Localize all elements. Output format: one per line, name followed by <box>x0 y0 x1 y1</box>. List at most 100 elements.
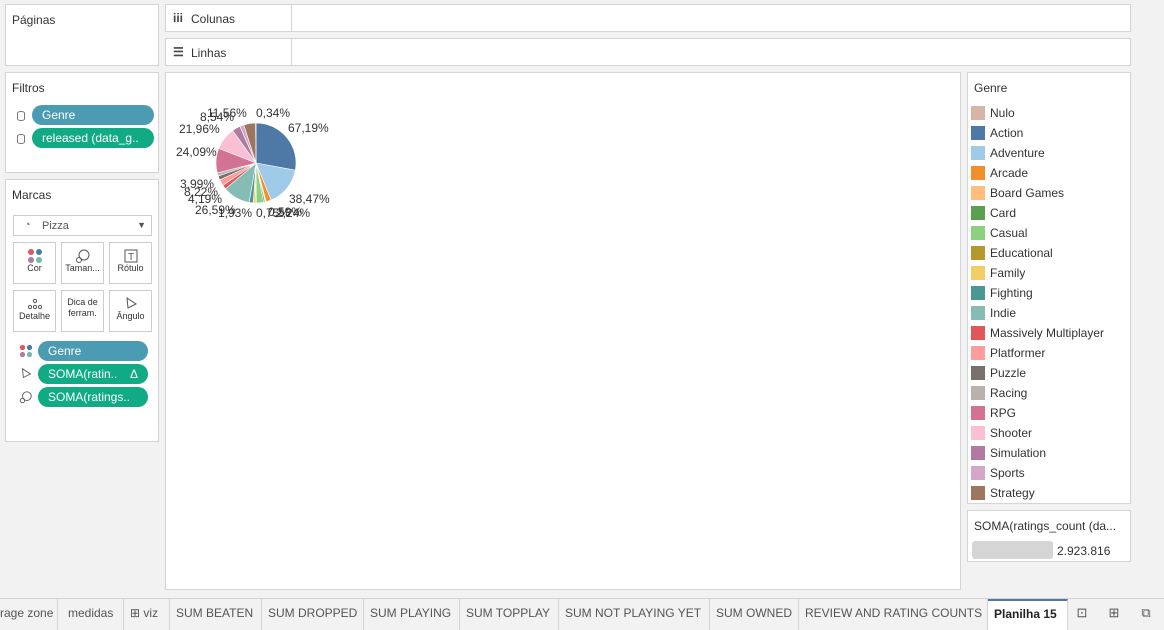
legend-item[interactable]: Casual <box>971 223 1027 243</box>
legend-swatch <box>971 466 985 480</box>
tab-review-and-rating-counts[interactable]: REVIEW AND RATING COUNTS <box>799 599 988 630</box>
label-label: Rótulo <box>117 263 144 273</box>
tab-sum-beaten[interactable]: SUM BEATEN <box>170 599 262 630</box>
slice-label: 0,34% <box>256 106 290 120</box>
rows-label: Linhas <box>191 46 227 60</box>
new-story-icon[interactable]: ⧉ <box>1136 605 1156 623</box>
legend-swatch <box>971 326 985 340</box>
filters-panel[interactable]: Filtros Genre released (data_g.. <box>5 72 159 173</box>
database-icon <box>17 111 25 121</box>
delta-icon: Δ <box>129 367 138 381</box>
svg-text:T: T <box>127 252 133 263</box>
slice-label: 8,22% <box>184 185 218 199</box>
new-worksheet-icon[interactable]: ⊡ <box>1072 605 1092 623</box>
legend-item[interactable]: Nulo <box>971 103 1015 123</box>
tab-medidas[interactable]: medidas <box>62 599 124 630</box>
sheet-tabs: rage zone medidas ⊞ viz SUM BEATEN SUM D… <box>0 598 1164 630</box>
marks-title: Marcas <box>12 188 52 202</box>
legend-item[interactable]: Board Games <box>971 183 1064 203</box>
legend-item[interactable]: Puzzle <box>971 363 1026 383</box>
encoding-pill-angle[interactable]: SOMA(ratin.. Δ <box>38 364 148 384</box>
rows-shelf[interactable]: ☰ Linhas <box>165 38 1131 66</box>
tab-sum-topplay[interactable]: SUM TOPPLAY <box>460 599 559 630</box>
legend-item[interactable]: Family <box>971 263 1025 283</box>
pie-chart[interactable]: 67,19%38,47%26,59%24,09%21,96%11,56% 0,34… <box>166 73 962 591</box>
tab-sum-not-playing-yet[interactable]: SUM NOT PLAYING YET <box>559 599 710 630</box>
angle-button[interactable]: Ângulo <box>109 290 152 332</box>
legend-label: Board Games <box>990 186 1065 200</box>
marks-panel[interactable]: Marcas ◔ Pizza ▼ Cor Taman... T Rótulo D… <box>5 179 159 442</box>
angle-icon <box>110 291 151 311</box>
legend-item[interactable]: Sports <box>971 463 1025 483</box>
size-button[interactable]: Taman... <box>61 242 104 284</box>
legend-label: Simulation <box>990 446 1047 460</box>
legend-item[interactable]: Card <box>971 203 1016 223</box>
angle-icon <box>19 367 33 384</box>
legend-label: Strategy <box>990 486 1035 500</box>
slice-label: 1,93% <box>218 206 252 220</box>
legend-item[interactable]: Indie <box>971 303 1016 323</box>
size-label: Taman... <box>65 263 100 273</box>
pages-panel[interactable]: Páginas <box>5 4 159 66</box>
shelf-divider <box>291 39 292 65</box>
tab-sum-playing[interactable]: SUM PLAYING <box>364 599 460 630</box>
label-button[interactable]: T Rótulo <box>109 242 152 284</box>
filter-pill-released[interactable]: released (data_g.. <box>32 128 154 148</box>
legend-label: Adventure <box>990 146 1045 160</box>
legend-swatch <box>971 266 985 280</box>
legend-swatch <box>971 486 985 500</box>
legend-item[interactable]: Platformer <box>971 343 1045 363</box>
new-dashboard-icon[interactable]: ⊞ <box>1104 605 1124 623</box>
legend-label: Nulo <box>990 106 1015 120</box>
legend-label: Shooter <box>990 426 1033 440</box>
legend-label: Card <box>990 206 1017 220</box>
label-icon: T <box>110 243 151 263</box>
legend-item[interactable]: Massively Multiplayer <box>971 323 1104 343</box>
legend-swatch <box>971 146 985 160</box>
chevron-down-icon: ▼ <box>137 220 146 230</box>
detail-button[interactable]: Detalhe <box>13 290 56 332</box>
pages-title: Páginas <box>12 13 56 27</box>
color-label: Cor <box>27 263 42 273</box>
viz-canvas[interactable]: 67,19% 38,47% 26,59% 24,09% 21,96% 11,56% 0,34… <box>165 72 961 590</box>
legend-item[interactable]: RPG <box>971 403 1016 423</box>
legend-label: Fighting <box>990 286 1033 300</box>
legend-item[interactable]: Action <box>971 123 1023 143</box>
legend-swatch <box>971 246 985 260</box>
tab-storage-zone[interactable]: rage zone <box>0 599 58 630</box>
legend-swatch <box>971 446 985 460</box>
size-legend-bar <box>972 541 1053 559</box>
size-legend[interactable]: SOMA(ratings_count (da... 2.923.816 <box>967 510 1131 562</box>
encoding-angle-label: SOMA(ratin.. <box>48 367 118 381</box>
color-button[interactable]: Cor <box>13 242 56 284</box>
legend-item[interactable]: Fighting <box>971 283 1033 303</box>
legend-label: Casual <box>990 226 1028 240</box>
columns-shelf[interactable]: iii Colunas <box>165 4 1131 32</box>
tooltip-button[interactable]: Dica de ferram. <box>61 290 104 332</box>
detail-icon <box>14 291 55 311</box>
encoding-pill-genre[interactable]: Genre <box>38 341 148 361</box>
encoding-pill-size[interactable]: SOMA(ratings.. <box>38 387 148 407</box>
legend-item[interactable]: Simulation <box>971 443 1046 463</box>
tab-planilha-15[interactable]: Planilha 15 <box>988 599 1068 630</box>
legend-label: Racing <box>990 386 1028 400</box>
tab-sum-owned[interactable]: SUM OWNED <box>710 599 799 630</box>
legend-item[interactable]: Arcade <box>971 163 1028 183</box>
size-icon <box>19 390 33 407</box>
legend-item[interactable]: Adventure <box>971 143 1045 163</box>
mark-type-dropdown[interactable]: ◔ Pizza ▼ <box>13 215 152 236</box>
legend-item[interactable]: Strategy <box>971 483 1035 503</box>
legend-item[interactable]: Racing <box>971 383 1027 403</box>
tab-viz[interactable]: ⊞ viz <box>124 599 170 630</box>
legend-label: Massively Multiplayer <box>990 326 1105 340</box>
legend-label: Puzzle <box>990 366 1027 380</box>
tab-sum-dropped[interactable]: SUM DROPPED <box>262 599 364 630</box>
detail-label: Detalhe <box>18 311 51 321</box>
shelf-divider <box>291 5 292 31</box>
legend-swatch <box>971 346 985 360</box>
legend-swatch <box>971 366 985 380</box>
legend-label: Family <box>990 266 1026 280</box>
legend-item[interactable]: Educational <box>971 243 1053 263</box>
legend-item[interactable]: Shooter <box>971 423 1032 443</box>
filter-pill-genre[interactable]: Genre <box>32 105 154 125</box>
